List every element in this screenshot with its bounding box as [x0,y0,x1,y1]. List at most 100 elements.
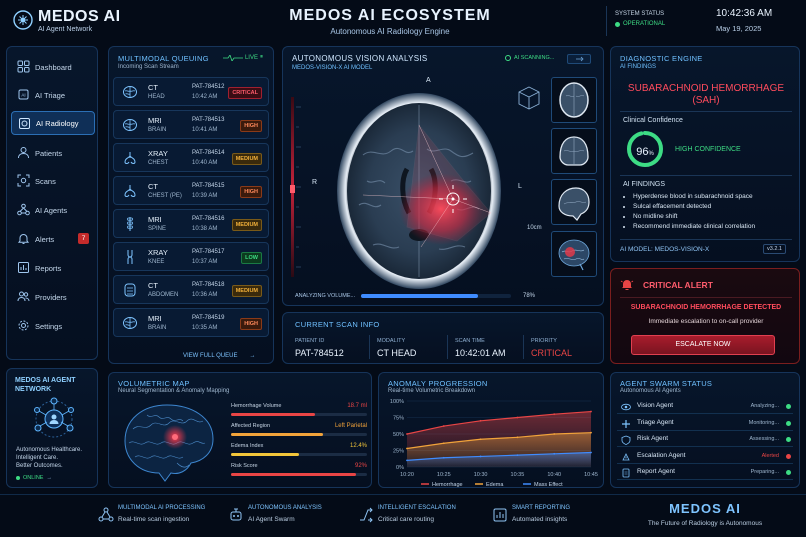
sidebar: Dashboard AI AI Triage AI Radiology Pati… [6,46,98,360]
diagnostic-subtitle: AI FINDINGS [620,64,657,70]
data-point [442,425,445,427]
queue-subtitle: Incoming Scan Stream [118,64,179,70]
modality-label: MODALITY [377,338,406,344]
sidebar-item-label: AI Radiology [36,118,79,128]
queue-item[interactable]: MRI BRAIN PAT-784513 10:41 AM HIGH [113,110,269,139]
live-indicator: LIVE ⏸ [222,54,263,61]
shield-icon [621,435,631,445]
queue-body-part: SPINE [148,226,167,232]
queue-time: 10:42 AM [192,94,218,100]
feature-subtitle: Automated insights [512,516,568,523]
data-point [406,433,408,435]
priority-label: PRIORITY [531,338,557,344]
agent-row[interactable]: Escalation Agent Alerted [617,449,793,464]
queue-modality: CT [148,182,158,191]
orientation-left: L [518,183,522,190]
thumbnail-3d-render[interactable] [551,231,597,277]
agent-row[interactable]: Risk Agent Assessing... [617,432,793,447]
queue-item[interactable]: MRI SPINE PAT-784516 10:38 AM MEDIUM [113,209,269,238]
alarm-bell-icon [620,280,634,290]
escalate-now-button[interactable]: ESCALATE NOW [631,335,775,355]
queue-item[interactable]: XRAY CHEST PAT-784514 10:40 AM MEDIUM [113,143,269,172]
queue-body-part: CHEST (PE) [148,193,182,199]
patient-id-label: PATIENT ID [295,338,325,344]
brain-icon [123,317,137,329]
data-point [590,431,592,434]
feature-title: MULTIMODAL AI PROCESSING [118,505,206,511]
feature-escalation: INTELLIGENT ESCALATION Critical care rou… [358,505,488,529]
sidebar-item-scans[interactable]: Scans [11,169,95,193]
sidebar-item-ai-agents[interactable]: AI Agents [11,198,95,222]
queue-item[interactable]: CT CHEST (PE) PAT-784515 10:39 AM HIGH [113,176,269,205]
data-point [479,455,482,458]
network-tagline-1: Autonomous Healthcare. [16,447,83,453]
agent-status: Alerted [761,452,779,459]
queue-body-part: KNEE [148,259,165,265]
queue-title: MULTIMODAL QUEUING [118,54,209,63]
agent-status-dot-icon [786,404,791,409]
agent-row[interactable]: Vision Agent Analyzing... [617,399,793,414]
abdomen-icon [124,283,136,297]
brain-3d-model-image[interactable] [117,397,223,483]
sidebar-item-ai-radiology[interactable]: AI Radiology [11,111,95,135]
queue-item[interactable]: MRI BRAIN PAT-784519 10:35 AM HIGH [113,308,269,337]
agent-row[interactable]: Triage Agent Monitoring... [617,416,793,431]
queue-item[interactable]: XRAY KNEE PAT-784517 10:37 AM LOW [113,242,269,271]
thumbnail-axial[interactable] [551,77,597,123]
legend-label: Mass Effect [534,482,563,487]
scale-label: 10cm [527,225,542,231]
agent-status: Assessing... [749,436,779,442]
view-full-queue-link[interactable]: VIEW FULL QUEUE → [183,353,255,359]
network-tagline-3: Better Outcomes. [16,463,63,469]
priority-badge: HIGH [240,186,262,198]
page-subtitle: Autonomous AI Radiology Engine [330,27,450,36]
agent-status: Analyzing... [750,403,779,409]
queue-time: 10:40 AM [192,160,218,166]
queue-modality: CT [148,83,158,92]
agent-row[interactable]: Report Agent Preparing... [617,465,793,480]
metric-bar-fill [231,473,357,476]
anomaly-subtitle: Real-time Volumetric Breakdown [388,388,476,394]
queue-modality: MRI [148,215,162,224]
sidebar-item-providers[interactable]: Providers [11,285,95,309]
data-point [590,410,592,413]
thumbnail-coronal[interactable] [551,128,597,174]
sidebar-item-patients[interactable]: Patients [11,141,95,165]
thumbnail-sagittal[interactable] [551,179,597,225]
svg-text:AI: AI [21,93,25,98]
priority-badge: MEDIUM [231,219,262,231]
priority-badge: HIGH [240,318,262,330]
sidebar-item-label: AI Triage [35,90,66,100]
data-point [479,438,482,441]
view-toggle-button[interactable] [567,54,591,64]
sidebar-item-ai-triage[interactable]: AI AI Triage [11,83,95,107]
lungs-icon [124,152,136,164]
brain-coronal-thumbnail [559,136,589,166]
volumetric-title: VOLUMETRIC MAP [118,379,190,388]
brain-icon [123,119,137,131]
sidebar-item-alerts[interactable]: Alerts 7 [11,227,95,251]
network-nodes-icon [98,507,114,522]
sidebar-item-reports[interactable]: Reports [11,256,95,280]
brain-ct-scan-image[interactable] [323,85,515,297]
priority-badge: MEDIUM [231,285,262,297]
queue-item[interactable]: CT HEAD PAT-784512 10:42 AM CRITICAL [113,77,269,106]
agent-swarm-panel: AGENT SWARM STATUS Autonomous AI Agents … [610,372,800,488]
x-tick-label: 10:30 [474,472,488,478]
alert-headline: SUBARACHNOID HEMORRHAGE DETECTED [630,304,782,311]
volumetric-metric: Hemorrhage Volume 18.7 ml [231,403,367,421]
volumetric-map-panel: VOLUMETRIC MAP Neural Segmentation & Ano… [108,372,372,488]
y-tick-label: 50% [393,432,404,438]
sidebar-item-settings[interactable]: Settings [11,314,95,338]
metric-bar [231,413,367,416]
metric-bar [231,433,367,436]
footer: MULTIMODAL AI PROCESSING Real-time scan … [0,494,806,537]
sidebar-item-dashboard[interactable]: Dashboard [11,55,95,79]
volumetric-metric: Edema Index 12.4% [231,443,367,461]
alert-title: CRITICAL ALERT [643,280,713,290]
volumetric-metric: Affected Region Left Parietal [231,423,367,441]
queue-item[interactable]: CT ABDOMEN PAT-784518 10:36 AM MEDIUM [113,275,269,304]
cube-3d-icon[interactable] [516,85,542,111]
x-tick-label: 10:40 [547,472,561,478]
critical-alert-panel: CRITICAL ALERT SUBARACHNOID HEMORRHAGE D… [610,268,800,364]
